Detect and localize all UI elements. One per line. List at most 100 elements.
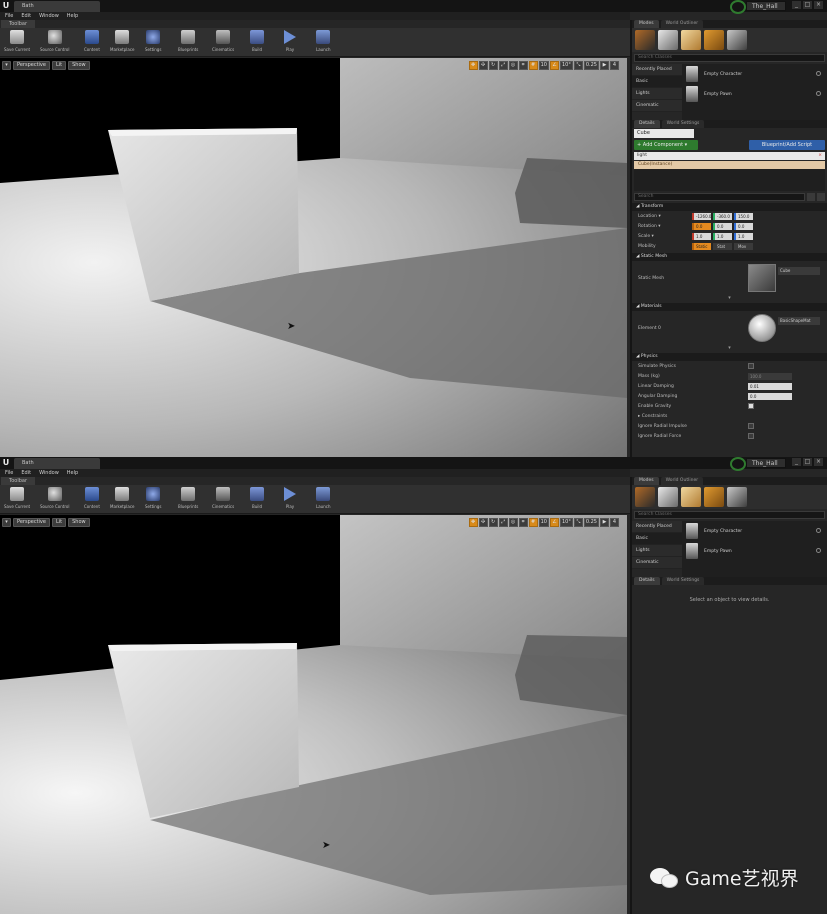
static-mesh-dropdown[interactable]: Cube xyxy=(778,267,820,275)
list-item[interactable]: Empty Character xyxy=(682,64,827,84)
paint-mode-icon[interactable] xyxy=(658,30,678,50)
level-tab[interactable]: Bath xyxy=(14,458,100,469)
mobility-stationary-button[interactable]: Stat xyxy=(713,242,732,250)
mobility-movable-button[interactable]: Mov xyxy=(734,242,753,250)
settings-button[interactable]: Settings xyxy=(145,487,161,513)
rotation-x-field[interactable]: 0.0 xyxy=(692,222,711,230)
grid-size-value[interactable]: 10 xyxy=(538,518,549,527)
tab-modes[interactable]: Modes xyxy=(634,20,659,28)
scale-snap-icon[interactable]: ⤡ xyxy=(573,518,583,527)
section-physics[interactable]: ◢ Physics xyxy=(632,353,827,361)
lit-button[interactable]: Lit xyxy=(51,518,67,527)
menu-help[interactable]: Help xyxy=(67,12,78,20)
select-mode-icon[interactable]: ✥ xyxy=(468,518,478,527)
rotation-snap-value[interactable]: 10° xyxy=(559,518,573,527)
select-mode-icon[interactable]: ✥ xyxy=(468,61,478,70)
mobility-static-button[interactable]: Static xyxy=(692,242,711,250)
source-control-button[interactable]: Source Control xyxy=(40,30,69,56)
class-search-input[interactable]: Search Classes xyxy=(634,54,825,62)
tab-details[interactable]: Details xyxy=(634,120,660,128)
perspective-button[interactable]: Perspective xyxy=(13,61,50,70)
blueprints-button[interactable]: Blueprints xyxy=(178,487,198,513)
minimize-button[interactable]: _ xyxy=(792,458,801,466)
category-lights[interactable]: Lights xyxy=(632,88,682,100)
show-button[interactable]: Show xyxy=(68,61,90,70)
geometry-mode-icon[interactable] xyxy=(727,487,747,507)
play-button[interactable]: Play xyxy=(284,487,296,513)
tab-world-settings[interactable]: World Settings xyxy=(661,120,705,128)
section-transform[interactable]: ◢ Transform xyxy=(632,203,827,211)
camera-speed-icon[interactable]: ▶ xyxy=(600,61,609,70)
menu-edit[interactable]: Edit xyxy=(21,469,31,477)
view-options-icon[interactable] xyxy=(807,193,815,201)
close-button[interactable]: × xyxy=(814,458,823,466)
rotation-snap-icon[interactable]: ∠ xyxy=(549,518,559,527)
category-cinematic[interactable]: Cinematic xyxy=(632,557,682,569)
move-tool-icon[interactable]: ✣ xyxy=(478,61,488,70)
rotation-y-field[interactable]: 0.0 xyxy=(713,222,732,230)
rotation-snap-value[interactable]: 10° xyxy=(559,61,573,70)
expand-arrow-icon[interactable]: ▾ xyxy=(632,295,827,301)
add-component-button[interactable]: + Add Component ▾ xyxy=(634,140,698,150)
minimize-button[interactable]: _ xyxy=(792,1,801,9)
level-viewport[interactable]: ▾ Perspective Lit Show ✥ ✣ ↻ ⤢ ◎ ⌗ # 10 … xyxy=(0,515,627,914)
clear-search-icon[interactable]: × xyxy=(818,152,822,160)
category-basic[interactable]: Basic xyxy=(632,533,682,545)
cinematics-button[interactable]: Cinematics xyxy=(212,487,234,513)
place-mode-icon[interactable] xyxy=(635,487,655,507)
tab-modes[interactable]: Modes xyxy=(634,477,659,485)
section-materials[interactable]: ◢ Materials xyxy=(632,303,827,311)
ignore-radial-force-checkbox[interactable] xyxy=(748,433,754,439)
settings-button[interactable]: Settings xyxy=(145,30,161,56)
menu-window[interactable]: Window xyxy=(39,469,59,477)
blueprint-add-script-button[interactable]: Blueprint/Add Script xyxy=(749,140,825,150)
rotation-snap-icon[interactable]: ∠ xyxy=(549,61,559,70)
blueprints-button[interactable]: Blueprints xyxy=(178,30,198,56)
rotate-tool-icon[interactable]: ↻ xyxy=(488,61,498,70)
category-recently-placed[interactable]: Recently Placed xyxy=(632,64,682,76)
rotation-z-field[interactable]: 0.0 xyxy=(734,222,753,230)
build-button[interactable]: Build xyxy=(250,30,264,56)
world-local-icon[interactable]: ◎ xyxy=(508,61,518,70)
enable-gravity-checkbox[interactable] xyxy=(748,403,754,409)
material-dropdown[interactable]: BasicShapeMat xyxy=(778,317,820,325)
move-tool-icon[interactable]: ✣ xyxy=(478,518,488,527)
save-current-button[interactable]: Save Current xyxy=(4,487,30,513)
menu-help[interactable]: Help xyxy=(67,469,78,477)
landscape-mode-icon[interactable] xyxy=(681,487,701,507)
tab-details[interactable]: Details xyxy=(634,577,660,585)
tab-world-outliner[interactable]: World Outliner xyxy=(660,20,704,28)
geometry-mode-icon[interactable] xyxy=(727,30,747,50)
marketplace-button[interactable]: Marketplace xyxy=(110,487,135,513)
category-basic[interactable]: Basic xyxy=(632,76,682,88)
scale-snap-value[interactable]: 0.25 xyxy=(583,518,599,527)
scale-z-field[interactable]: 1.0 xyxy=(734,232,753,240)
location-y-field[interactable]: -360.0 xyxy=(713,212,732,220)
category-lights[interactable]: Lights xyxy=(632,545,682,557)
build-button[interactable]: Build xyxy=(250,487,264,513)
menu-file[interactable]: File xyxy=(5,469,13,477)
grid-snap-icon[interactable]: # xyxy=(528,518,538,527)
grid-snap-icon[interactable]: # xyxy=(528,61,538,70)
launch-button[interactable]: Launch xyxy=(316,30,330,56)
cinematics-button[interactable]: Cinematics xyxy=(212,30,234,56)
component-entry[interactable]: Cube(Instance) xyxy=(634,161,825,169)
class-search-input[interactable]: Search Classes xyxy=(634,511,825,519)
details-search-input[interactable]: Search xyxy=(634,193,805,201)
menu-file[interactable]: File xyxy=(5,12,13,20)
material-thumbnail[interactable] xyxy=(748,314,776,342)
tab-world-settings[interactable]: World Settings xyxy=(661,577,705,585)
mesh-thumbnail[interactable] xyxy=(748,264,776,292)
category-recently-placed[interactable]: Recently Placed xyxy=(632,521,682,533)
close-button[interactable]: × xyxy=(814,1,823,9)
play-button[interactable]: Play xyxy=(284,30,296,56)
maximize-button[interactable]: □ xyxy=(803,458,812,466)
level-viewport[interactable]: ▾ Perspective Lit Show ✥ ✣ ↻ ⤢ ◎ ⌗ # 10 … xyxy=(0,58,627,457)
launch-button[interactable]: Launch xyxy=(316,487,330,513)
scale-x-field[interactable]: 1.0 xyxy=(692,232,711,240)
viewport-menu-button[interactable]: ▾ xyxy=(2,518,11,527)
scale-tool-icon[interactable]: ⤢ xyxy=(498,61,508,70)
component-search-input[interactable]: light × xyxy=(634,152,825,160)
source-control-button[interactable]: Source Control xyxy=(40,487,69,513)
expand-arrow-icon[interactable]: ▾ xyxy=(632,345,827,351)
